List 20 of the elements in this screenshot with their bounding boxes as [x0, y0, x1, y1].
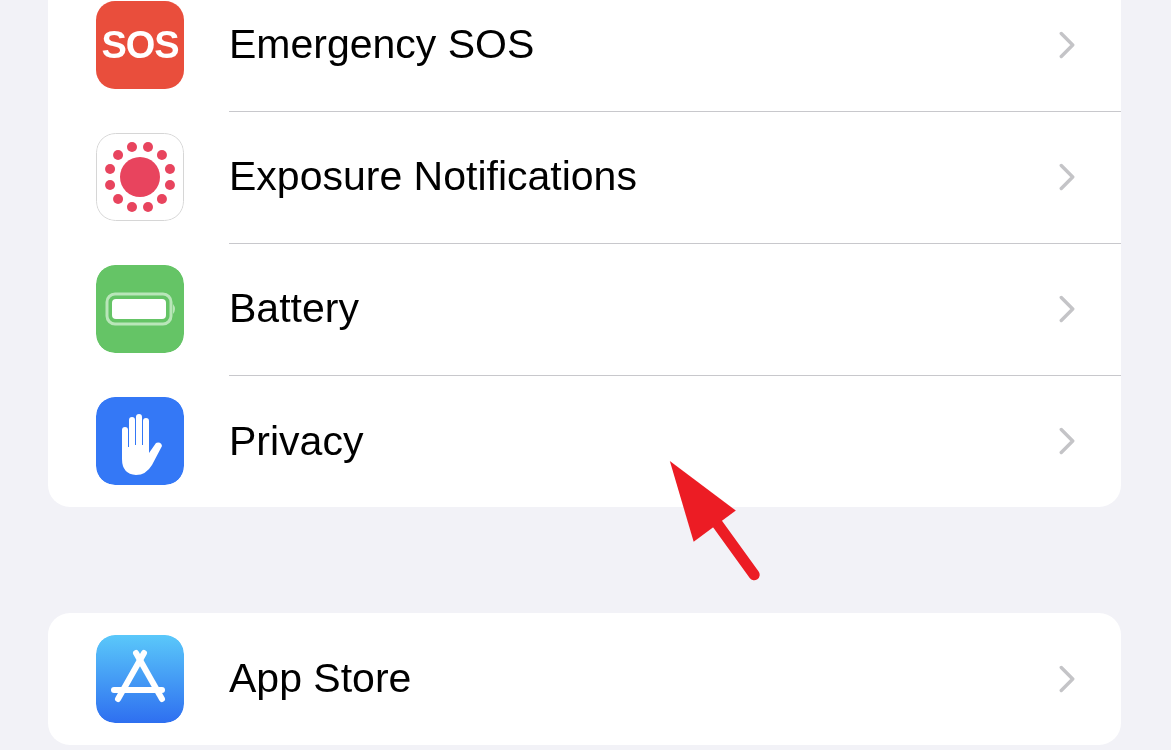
settings-row[interactable]: SOS Emergency SOS	[48, 0, 1121, 111]
battery-icon	[96, 265, 184, 353]
chevron-icon	[1059, 427, 1075, 455]
row-label: Battery	[229, 285, 360, 332]
row-label: Exposure Notifications	[229, 153, 638, 200]
chevron-icon	[1059, 30, 1075, 59]
sos-icon: SOS	[96, 1, 184, 89]
row-label: Privacy	[229, 417, 365, 465]
sun-icon	[96, 133, 184, 221]
row-label: Emergency SOS	[229, 21, 536, 68]
settings-row[interactable]: Battery	[48, 243, 1121, 375]
settings-row[interactable]: App Store	[48, 613, 1121, 745]
row-label: App Store	[229, 655, 413, 702]
app-store-icon	[96, 635, 184, 723]
chevron-icon	[1059, 664, 1075, 693]
hand-icon	[96, 397, 184, 485]
chevron-icon	[1059, 294, 1075, 323]
settings-row[interactable]: Exposure Notifications	[48, 111, 1121, 243]
chevron-icon	[1059, 162, 1075, 191]
settings-row[interactable]: Privacy	[48, 375, 1121, 507]
